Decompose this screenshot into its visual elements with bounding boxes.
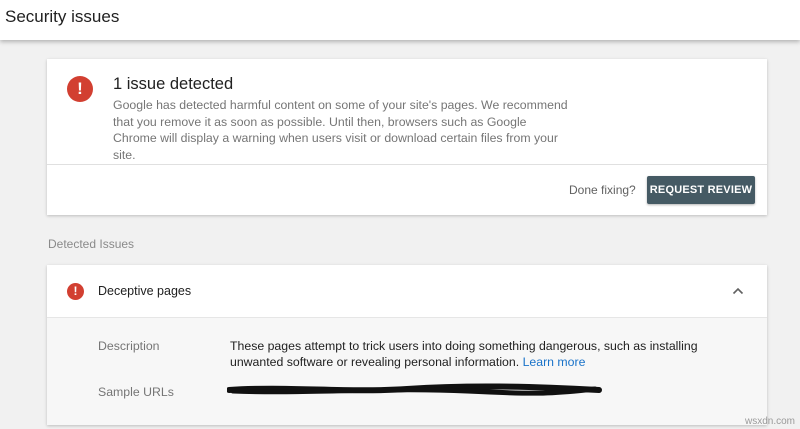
error-icon: ! <box>67 283 84 300</box>
issue-summary-card: ! 1 issue detected Google has detected h… <box>47 59 767 215</box>
issue-description: These pages attempt to trick users into … <box>230 338 700 370</box>
watermark: wsxdn.com <box>744 416 795 427</box>
card-divider <box>47 164 767 165</box>
sample-urls-label: Sample URLs <box>98 385 174 399</box>
issue-summary-description: Google has detected harmful content on s… <box>113 98 568 162</box>
done-fixing-label: Done fixing? <box>569 183 636 197</box>
error-icon: ! <box>67 76 93 102</box>
top-app-bar: Security issues <box>0 0 800 40</box>
redacted-url-scribble <box>227 383 602 396</box>
issue-count-heading: 1 issue detected <box>113 75 234 93</box>
issue-details: Description These pages attempt to trick… <box>47 318 767 425</box>
issue-expander-deceptive-pages[interactable]: ! Deceptive pages <box>47 265 767 317</box>
detected-issues-label: Detected Issues <box>48 237 135 251</box>
issue-title: Deceptive pages <box>98 284 192 298</box>
security-issues-page: Security issues ! 1 issue detected Googl… <box>0 0 800 429</box>
page-title: Security issues <box>5 7 120 26</box>
description-label: Description <box>98 339 160 353</box>
learn-more-link[interactable]: Learn more <box>523 355 586 369</box>
detected-issues-card: ! Deceptive pages Description These page… <box>47 265 767 425</box>
issue-description-text: These pages attempt to trick users into … <box>230 339 698 369</box>
request-review-button[interactable]: REQUEST REVIEW <box>647 176 755 204</box>
chevron-up-icon[interactable] <box>730 283 746 299</box>
